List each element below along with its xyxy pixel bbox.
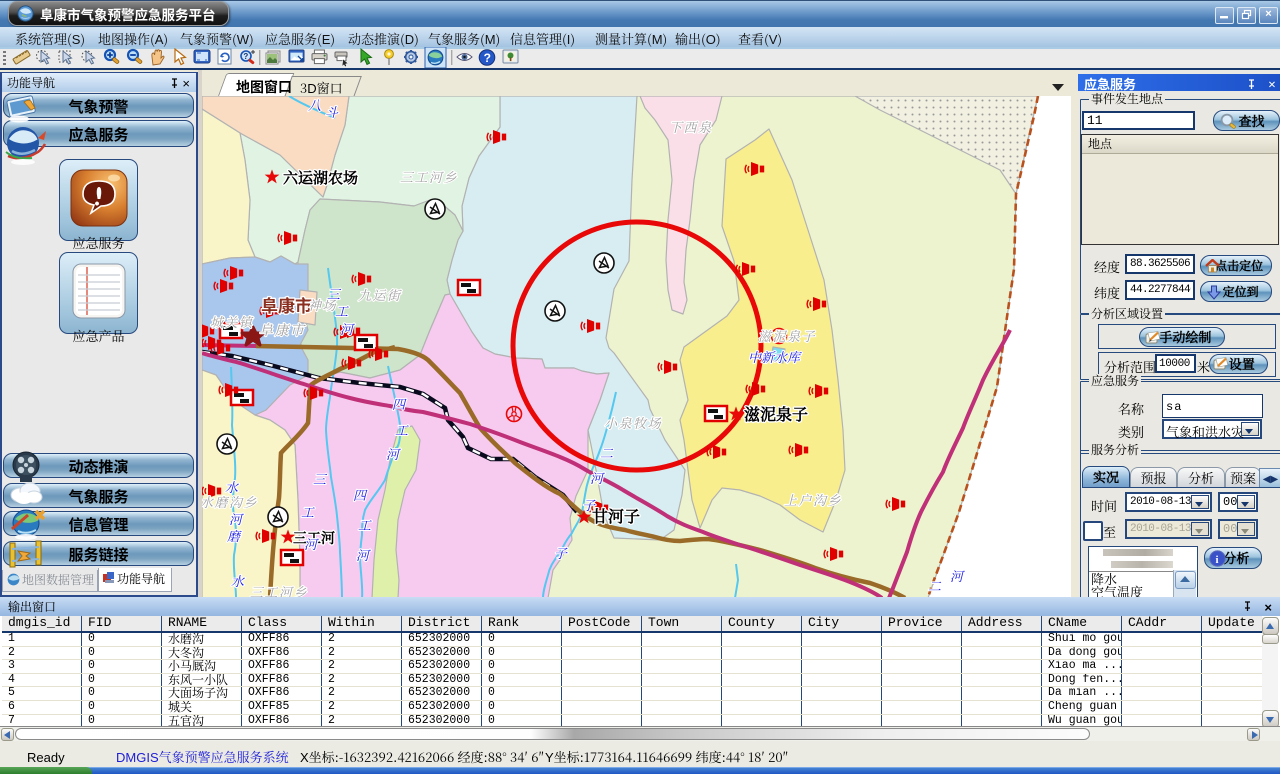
svg-text:河: 河 [386,444,401,463]
svg-text:i: i [1216,554,1219,566]
svg-text:三工河乡: 三工河乡 [250,582,308,598]
svg-text:甘河子: 甘河子 [592,504,640,527]
svg-text:阜康市: 阜康市 [261,292,312,317]
svg-text:中新水库: 中新水库 [748,347,802,366]
svg-text:河: 河 [340,319,355,338]
svg-text:二: 二 [928,576,942,595]
svg-text:磨: 磨 [227,526,242,545]
svg-text:四: 四 [353,485,368,504]
svg-text:斗: 斗 [325,102,339,121]
svg-text:八: 八 [308,96,321,114]
svg-text:工: 工 [358,515,372,534]
svg-text:上户沟乡: 上户沟乡 [784,490,842,509]
svg-text:滋泥泉子: 滋泥泉子 [744,402,808,425]
svg-text:子: 子 [582,495,596,514]
svg-text:三: 三 [313,469,328,488]
svg-text:河: 河 [356,545,371,564]
svg-text:河: 河 [304,534,319,553]
svg-text:二: 二 [600,443,614,462]
svg-text:六运湖农场: 六运湖农场 [283,167,358,188]
svg-text:滋泥泉子: 滋泥泉子 [758,326,816,345]
svg-text:工: 工 [301,502,315,521]
svg-text:子: 子 [554,543,568,562]
svg-text:工: 工 [335,301,349,320]
svg-text:?: ? [243,52,248,61]
svg-text:河: 河 [590,468,605,487]
svg-text:阜康市: 阜康市 [259,320,306,340]
svg-text:工: 工 [395,420,409,439]
svg-text:城关镇: 城关镇 [210,312,254,331]
svg-text:小泉牧场: 小泉牧场 [604,413,662,432]
svg-text:三工河乡: 三工河乡 [400,167,458,186]
svg-text:下西泉: 下西泉 [669,117,713,136]
svg-text:河: 河 [950,566,965,585]
svg-text:?: ? [484,51,491,65]
svg-text:九运街: 九运街 [358,285,402,304]
svg-text:四: 四 [392,394,407,413]
svg-text:水: 水 [225,477,240,496]
svg-text:水: 水 [231,571,246,590]
